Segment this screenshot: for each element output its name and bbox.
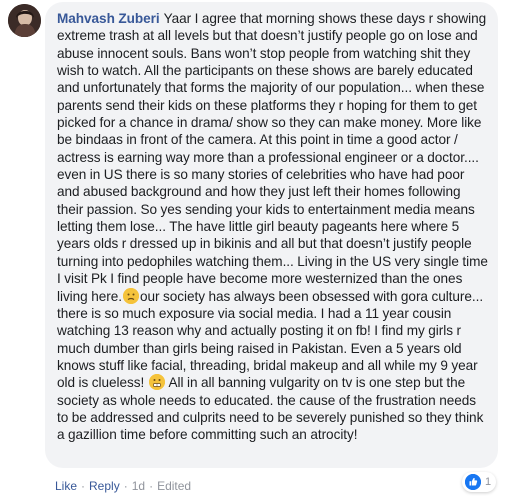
comment-bubble: Mahvash Zuberi Yaar I agree that morning … <box>45 2 498 468</box>
avatar[interactable] <box>8 4 41 37</box>
comment-actions: Like · Reply · 1d · Edited <box>55 479 191 493</box>
reply-link[interactable]: Reply <box>89 479 120 493</box>
reaction-count: 1 <box>485 476 492 488</box>
separator: · <box>123 479 128 493</box>
author-name[interactable]: Mahvash Zuberi <box>57 11 160 26</box>
separator: · <box>149 479 154 493</box>
like-link[interactable]: Like <box>55 479 77 493</box>
edited-label[interactable]: Edited <box>157 479 191 493</box>
timestamp[interactable]: 1d <box>132 479 145 493</box>
comment-body: Mahvash Zuberi Yaar I agree that morning … <box>57 10 488 444</box>
comment-text-part1: Yaar I agree that morning shows these da… <box>57 11 488 304</box>
separator: · <box>81 479 86 493</box>
grimacing-face-emoji-icon <box>148 374 165 391</box>
like-icon <box>465 474 481 490</box>
reaction-summary[interactable]: 1 <box>462 472 497 492</box>
worried-face-emoji-icon <box>122 287 139 304</box>
